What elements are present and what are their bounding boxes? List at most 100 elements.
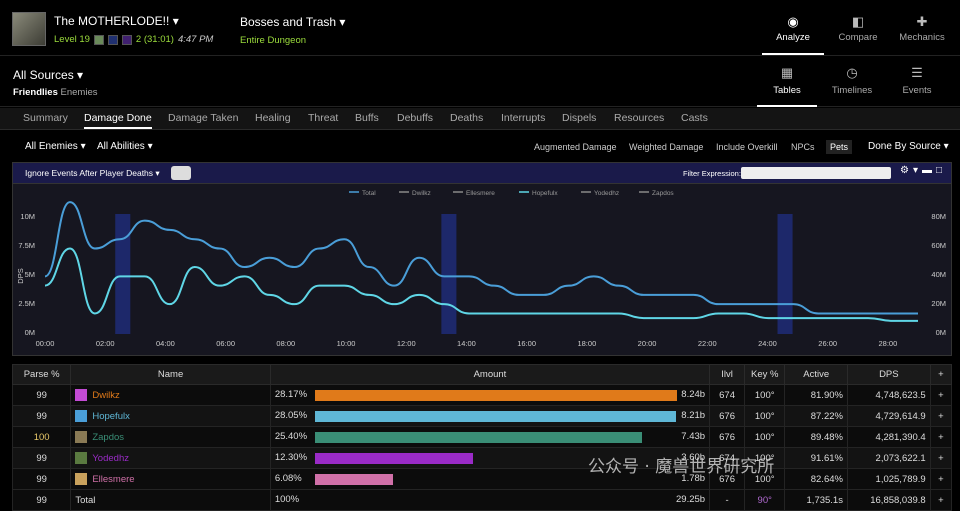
col-key[interactable]: Key %	[744, 364, 786, 385]
expand-button[interactable]: +	[929, 384, 953, 406]
tab-damage-taken[interactable]: Damage Taken	[168, 112, 238, 124]
source-selector[interactable]: All Sources ▾	[13, 68, 83, 82]
amount-value: 8.24b	[681, 389, 706, 400]
table-row[interactable]: 99 Yodedhz 12.30% 3.60b 674 100° 91.61% …	[11, 447, 953, 469]
gear-icon[interactable]: ⚙▾	[900, 165, 922, 176]
col-amount[interactable]: Amount	[269, 364, 711, 385]
tab-interrupts[interactable]: Interrupts	[501, 112, 545, 124]
expand-button[interactable]: +	[929, 468, 953, 490]
name-cell[interactable]: Yodedhz	[70, 447, 271, 469]
player-name[interactable]: Hopefulx	[92, 411, 130, 422]
minimize-icon[interactable]: ▬	[922, 165, 936, 176]
name-cell[interactable]: Zapdos	[70, 426, 271, 448]
report-title[interactable]: The MOTHERLODE!! ▾	[54, 14, 179, 28]
col-dps[interactable]: DPS	[846, 364, 931, 385]
expand-button[interactable]: +	[929, 489, 953, 511]
view-events[interactable]: ☰ Events	[887, 65, 947, 96]
friendlies-option[interactable]: Friendlies	[13, 87, 58, 98]
fight-selector[interactable]: Bosses and Trash ▾	[240, 15, 345, 29]
spec-icon	[75, 410, 88, 422]
puzzle-icon: ✚	[916, 14, 928, 29]
ilvl-cell: 674	[709, 384, 746, 406]
expand-button[interactable]: +	[929, 447, 953, 469]
tab-summary[interactable]: Summary	[23, 112, 68, 124]
expand-button[interactable]: +	[929, 426, 953, 448]
tab-debuffs[interactable]: Debuffs	[397, 112, 433, 124]
player-name[interactable]: Ellesmere	[92, 474, 134, 485]
toggle-switch[interactable]	[171, 166, 191, 180]
npcs-toggle[interactable]: NPCs	[791, 142, 815, 152]
nav-analyze[interactable]: ◉ Analyze	[762, 14, 824, 43]
tab-damage-done[interactable]: Damage Done	[84, 112, 152, 129]
tab-deaths[interactable]: Deaths	[450, 112, 483, 124]
name-cell[interactable]: Ellesmere	[70, 468, 271, 490]
include-overkill-toggle[interactable]: Include Overkill	[716, 142, 778, 152]
amount-bar	[314, 474, 393, 485]
clock-icon: ◷	[846, 65, 858, 80]
table-row[interactable]: 99 Dwilkz 28.17% 8.24b 674 100° 81.90% 4…	[11, 384, 953, 406]
tab-resources[interactable]: Resources	[614, 112, 664, 124]
x-tick-label: 20:00	[638, 339, 657, 348]
nav-mechanics[interactable]: ✚ Mechanics	[891, 14, 953, 43]
tab-dispels[interactable]: Dispels	[562, 112, 596, 124]
top-bar: The MOTHERLODE!! ▾ Level 19 2 (31:01) 4:…	[0, 0, 960, 56]
maximize-icon[interactable]: □	[936, 165, 946, 176]
parse-cell: 99	[11, 489, 72, 511]
x-tick-label: 24:00	[758, 339, 777, 348]
tab-buffs[interactable]: Buffs	[355, 112, 379, 124]
tab-threat[interactable]: Threat	[308, 112, 338, 124]
view-timelines[interactable]: ◷ Timelines	[822, 65, 882, 96]
view-tables[interactable]: ▦ Tables	[757, 65, 817, 107]
amount-value: 8.21b	[681, 410, 706, 421]
player-name[interactable]: Dwilkz	[92, 390, 119, 401]
col-name[interactable]: Name	[70, 364, 271, 385]
x-tick-label: 10:00	[337, 339, 356, 348]
table-row[interactable]: 99 Ellesmere 6.08% 1.78b 676 100° 82.64%…	[11, 468, 953, 490]
parse-cell: 100	[11, 426, 72, 448]
dps-cell: 4,281,390.4	[846, 426, 931, 448]
x-tick-label: 04:00	[156, 339, 175, 348]
expand-button[interactable]: +	[929, 405, 953, 427]
col-expand[interactable]: +	[929, 364, 953, 385]
table-row[interactable]: 100 Zapdos 25.40% 7.43b 676 100° 89.48% …	[11, 426, 953, 448]
active-cell: 82.64%	[784, 468, 848, 490]
nav-compare[interactable]: ◧ Compare	[827, 14, 889, 43]
col-ilvl[interactable]: Ilvl	[709, 364, 746, 385]
col-active[interactable]: Active	[784, 364, 848, 385]
abilities-filter[interactable]: All Abilities ▾	[97, 141, 153, 152]
pets-toggle[interactable]: Pets	[826, 140, 853, 154]
weighted-damage-toggle[interactable]: Weighted Damage	[629, 142, 703, 152]
dps-cell: 4,729,614.9	[846, 405, 931, 427]
table-row[interactable]: 99 Hopefulx 28.05% 8.21b 676 100° 87.22%…	[11, 405, 953, 427]
done-by-source-selector[interactable]: Done By Source ▾	[868, 141, 949, 152]
name-cell[interactable]: Hopefulx	[70, 405, 271, 427]
dps-cell: 16,858,039.8	[846, 489, 931, 511]
enemies-option[interactable]: Enemies	[61, 87, 98, 98]
spec-icon	[75, 473, 88, 485]
damage-table: Parse % Name Amount Ilvl Key % Active DP…	[11, 364, 953, 511]
tab-healing[interactable]: Healing	[255, 112, 291, 124]
tab-casts[interactable]: Casts	[681, 112, 708, 124]
parse-cell: 99	[11, 468, 72, 490]
friendly-enemy-toggle[interactable]: Friendlies Enemies	[13, 87, 97, 98]
dps-cell: 4,748,623.5	[846, 384, 931, 406]
ignore-deaths-selector[interactable]: Ignore Events After Player Deaths ▾	[25, 168, 160, 179]
legend-item: Zapdos	[652, 190, 674, 197]
player-name[interactable]: Zapdos	[92, 432, 124, 443]
spec-icon	[75, 452, 88, 464]
name-cell[interactable]: Dwilkz	[70, 384, 271, 406]
total-row: 99 Total 100% 29.25b - 90° 1,735.1s 16,85…	[11, 489, 953, 511]
amount-value: 29.25b	[676, 494, 706, 505]
filter-expression-input[interactable]	[741, 167, 891, 179]
col-parse[interactable]: Parse %	[11, 364, 72, 385]
highlight-band	[777, 214, 793, 334]
amount-cell: 25.40% 7.43b	[269, 426, 711, 448]
key-cell: 100°	[744, 426, 786, 448]
parse-cell: 99	[11, 384, 72, 406]
x-tick-label: 08:00	[276, 339, 295, 348]
augmented-damage-toggle[interactable]: Augmented Damage	[534, 142, 617, 152]
y-tick-label: 2.5M	[18, 299, 35, 308]
x-tick-label: 16:00	[517, 339, 536, 348]
enemies-filter[interactable]: All Enemies ▾	[25, 141, 86, 152]
player-name[interactable]: Yodedhz	[92, 453, 129, 464]
